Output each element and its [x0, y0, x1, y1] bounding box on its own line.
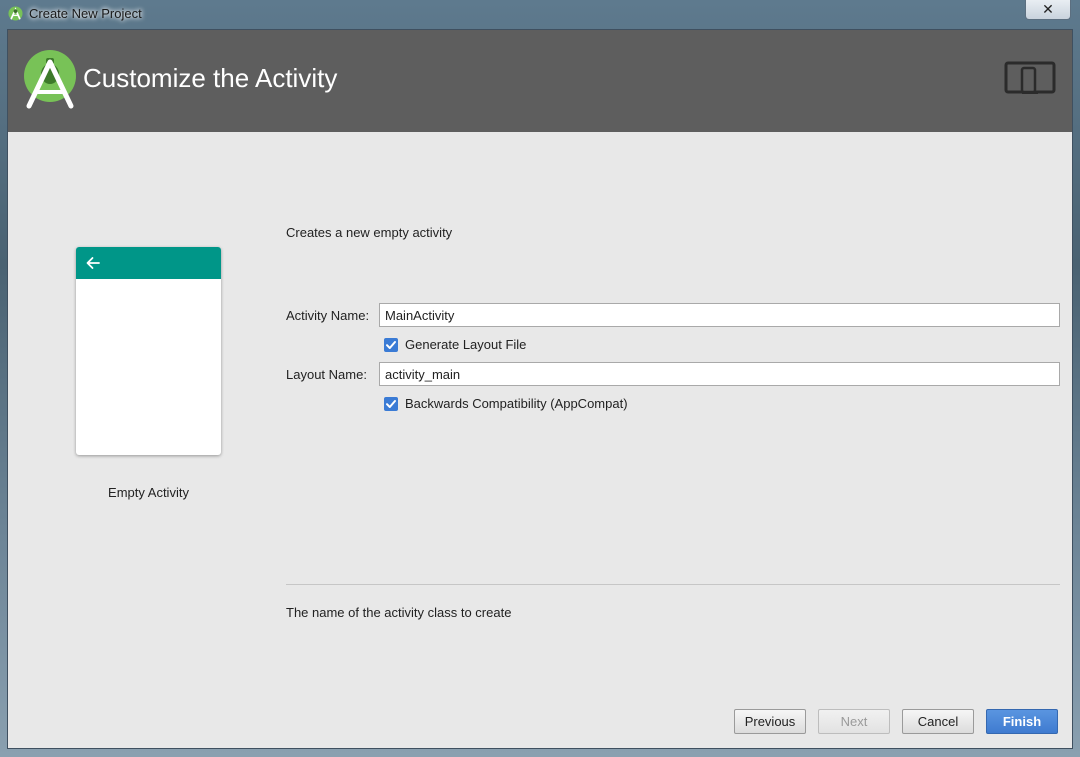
divider [286, 584, 1060, 585]
preview-caption: Empty Activity [108, 485, 189, 500]
device-form-factor-icon [1004, 61, 1056, 94]
check-icon [386, 400, 396, 408]
cancel-button[interactable]: Cancel [902, 709, 974, 734]
preview-app-bar [76, 247, 221, 279]
finish-button[interactable]: Finish [986, 709, 1058, 734]
title-bar: Create New Project ✕ [0, 0, 1080, 29]
layout-name-label: Layout Name: [286, 367, 367, 382]
close-button[interactable]: ✕ [1025, 0, 1071, 20]
dialog-window: Create New Project ✕ Customize the Activ… [0, 0, 1080, 757]
check-icon [386, 341, 396, 349]
activity-preview [76, 247, 221, 455]
activity-name-input[interactable] [379, 303, 1060, 327]
window-title: Create New Project [29, 6, 142, 21]
generate-layout-checkbox[interactable] [384, 338, 398, 352]
backwards-compat-checkbox[interactable] [384, 397, 398, 411]
template-description: Creates a new empty activity [286, 225, 453, 240]
header-banner: Customize the Activity [8, 30, 1072, 132]
generate-layout-label: Generate Layout File [405, 337, 527, 352]
layout-name-input[interactable] [379, 362, 1060, 386]
previous-button[interactable]: Previous [734, 709, 806, 734]
next-button[interactable]: Next [818, 709, 890, 734]
backwards-compat-label: Backwards Compatibility (AppCompat) [405, 396, 628, 411]
dialog-content: Customize the Activity Empty Activity Cr… [7, 29, 1073, 749]
page-title: Customize the Activity [83, 63, 338, 93]
arrow-back-icon [86, 257, 100, 269]
android-studio-icon [8, 6, 23, 21]
android-studio-logo [24, 50, 76, 109]
activity-name-label: Activity Name: [286, 308, 370, 323]
help-text: The name of the activity class to create [286, 605, 512, 620]
